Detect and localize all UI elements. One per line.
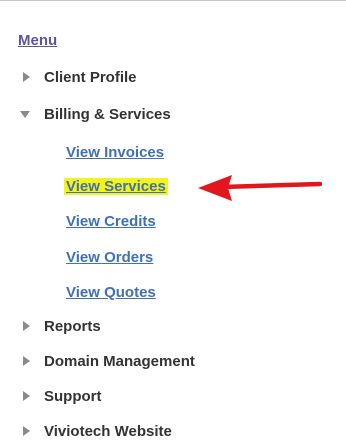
menu-item-reports[interactable]: Reports: [20, 315, 101, 337]
menu-item-label: Support: [44, 387, 102, 405]
submenu-view-orders[interactable]: View Orders: [66, 246, 153, 268]
triangle-right-icon: [20, 320, 38, 332]
menu-item-label: Domain Management: [44, 352, 195, 370]
submenu-view-services[interactable]: View Services: [64, 175, 168, 197]
submenu-link-label: View Orders: [66, 248, 154, 266]
triangle-right-icon: [20, 425, 38, 437]
menu-item-label: Billing & Services: [44, 105, 171, 123]
menu-heading[interactable]: Menu: [18, 32, 57, 49]
submenu-link-label: View Invoices: [66, 143, 165, 161]
menu-item-label: Client Profile: [44, 68, 137, 86]
submenu-link-label-highlighted: View Services: [64, 177, 168, 195]
menu-item-client-profile[interactable]: Client Profile: [20, 66, 137, 88]
top-divider: [0, 0, 346, 1]
menu-item-support[interactable]: Support: [20, 385, 102, 407]
submenu-view-invoices[interactable]: View Invoices: [66, 141, 164, 163]
triangle-right-icon: [20, 71, 38, 83]
menu-item-billing-services[interactable]: Billing & Services: [20, 103, 171, 125]
triangle-down-icon: [20, 108, 38, 120]
menu-item-viviotech-website[interactable]: Viviotech Website: [20, 420, 172, 442]
menu-item-label: Reports: [44, 317, 101, 335]
submenu-link-label: View Credits: [66, 212, 156, 230]
submenu-link-label: View Quotes: [66, 283, 156, 301]
submenu-view-quotes[interactable]: View Quotes: [66, 281, 156, 303]
menu-item-label: Viviotech Website: [44, 422, 172, 440]
triangle-right-icon: [20, 355, 38, 367]
menu-item-domain-management[interactable]: Domain Management: [20, 350, 195, 372]
triangle-right-icon: [20, 390, 38, 402]
submenu-view-credits[interactable]: View Credits: [66, 210, 156, 232]
red-arrow-icon: [198, 175, 322, 201]
